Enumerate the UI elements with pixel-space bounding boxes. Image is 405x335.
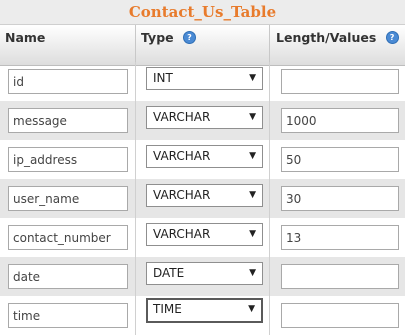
column-type-value: DATE xyxy=(153,266,185,280)
column-name-input[interactable]: user_name xyxy=(8,186,128,211)
column-divider xyxy=(269,62,270,101)
table-row: ip_address VARCHAR ▼ 50 xyxy=(0,140,405,179)
length-header-label: Length/Values xyxy=(276,29,377,45)
column-name-input[interactable]: time xyxy=(8,303,128,328)
column-divider xyxy=(269,257,270,296)
column-type-value: VARCHAR xyxy=(153,149,211,163)
column-type-select[interactable]: INT ▼ xyxy=(146,67,263,90)
column-divider xyxy=(135,257,136,296)
table-row: message VARCHAR ▼ 1000 xyxy=(0,101,405,140)
column-divider xyxy=(269,296,270,335)
column-type-select[interactable]: VARCHAR ▼ xyxy=(146,145,263,168)
chevron-down-icon: ▼ xyxy=(249,112,256,122)
column-type-value: VARCHAR xyxy=(153,188,211,202)
help-icon[interactable]: ? xyxy=(385,31,399,44)
column-type-value: VARCHAR xyxy=(153,227,211,241)
column-name-input[interactable]: message xyxy=(8,108,128,133)
header-divider xyxy=(135,25,136,67)
column-divider xyxy=(135,179,136,218)
column-type-select[interactable]: VARCHAR ▼ xyxy=(146,223,263,246)
table-title: Contact_Us_Table xyxy=(0,0,405,24)
column-divider xyxy=(135,101,136,140)
length-header: Length/Values ? xyxy=(276,25,399,67)
length-values-input[interactable] xyxy=(281,69,399,94)
column-divider xyxy=(135,140,136,179)
column-type-select[interactable]: TIME ▼ xyxy=(146,298,263,323)
column-divider xyxy=(269,140,270,179)
column-name-input[interactable]: date xyxy=(8,264,128,289)
chevron-down-icon: ▼ xyxy=(249,190,256,200)
chevron-down-icon: ▼ xyxy=(249,73,256,83)
chevron-down-icon: ▼ xyxy=(249,151,256,161)
chevron-down-icon: ▼ xyxy=(248,304,255,314)
column-name-input[interactable]: id xyxy=(8,69,128,94)
column-divider xyxy=(269,179,270,218)
name-header: Name xyxy=(5,25,45,67)
column-type-value: VARCHAR xyxy=(153,110,211,124)
length-values-input[interactable]: 50 xyxy=(281,147,399,172)
table-row: date DATE ▼ xyxy=(0,257,405,296)
type-header: Type ? xyxy=(141,25,196,67)
column-divider xyxy=(269,101,270,140)
chevron-down-icon: ▼ xyxy=(249,229,256,239)
chevron-down-icon: ▼ xyxy=(249,268,256,278)
help-icon[interactable]: ? xyxy=(182,31,196,44)
table-row: time TIME ▼ xyxy=(0,296,405,335)
column-divider xyxy=(135,218,136,257)
column-divider xyxy=(135,296,136,335)
length-values-input[interactable]: 13 xyxy=(281,225,399,250)
name-header-label: Name xyxy=(5,29,46,45)
length-values-input[interactable]: 30 xyxy=(281,186,399,211)
header-divider xyxy=(269,25,270,67)
column-type-select[interactable]: DATE ▼ xyxy=(146,262,263,285)
column-divider xyxy=(269,218,270,257)
column-header-row: Name Type ? Length/Values ? xyxy=(0,24,405,67)
table-row: id INT ▼ xyxy=(0,62,405,101)
column-name-input[interactable]: ip_address xyxy=(8,147,128,172)
length-values-input[interactable] xyxy=(281,303,399,328)
column-divider xyxy=(135,62,136,101)
column-type-value: INT xyxy=(153,71,173,85)
table-row: contact_number VARCHAR ▼ 13 xyxy=(0,218,405,257)
table-structure-editor: Contact_Us_Table Name Type ? Length/Valu… xyxy=(0,0,405,335)
table-row: user_name VARCHAR ▼ 30 xyxy=(0,179,405,218)
column-type-select[interactable]: VARCHAR ▼ xyxy=(146,106,263,129)
length-values-input[interactable] xyxy=(281,264,399,289)
length-values-input[interactable]: 1000 xyxy=(281,108,399,133)
column-type-select[interactable]: VARCHAR ▼ xyxy=(146,184,263,207)
type-header-label: Type xyxy=(141,29,174,45)
column-type-value: TIME xyxy=(153,302,182,316)
column-name-input[interactable]: contact_number xyxy=(8,225,128,250)
